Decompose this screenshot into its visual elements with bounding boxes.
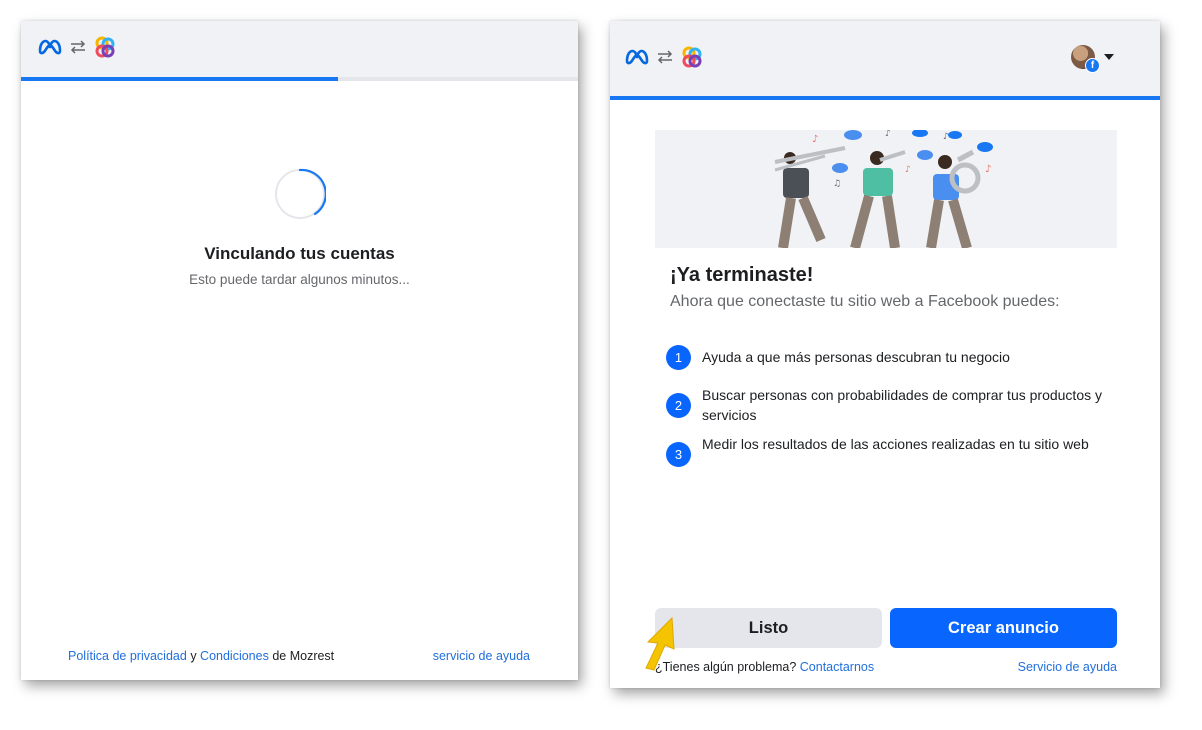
list-item: 1 Ayuda a que más personas descubran tu …	[666, 345, 1010, 370]
step-number-badge: 2	[666, 393, 691, 418]
loading-spinner-icon	[275, 168, 326, 219]
success-title: ¡Ya terminaste!	[670, 264, 814, 286]
dialog-header	[21, 21, 578, 77]
svg-text:♪: ♪	[905, 165, 911, 175]
celebration-illustration: ♪ ♪ ♪ ♫ ♪ ♪	[655, 130, 1117, 248]
help-center-link[interactable]: servicio de ayuda	[433, 649, 530, 663]
caret-down-icon	[1104, 54, 1114, 60]
swap-arrows-icon	[70, 40, 86, 54]
linking-dialog: Vinculando tus cuentas Esto puede tardar…	[21, 21, 578, 680]
help-footer: servicio de ayuda	[433, 649, 530, 663]
step-number-badge: 1	[666, 345, 691, 370]
loading-subtitle: Esto puede tardar algunos minutos...	[189, 272, 410, 287]
trombone-player	[774, 146, 846, 248]
help-question: ¿Tienes algún problema? Contactarnos	[655, 660, 874, 674]
list-item: 2 Buscar personas con probabilidades de …	[666, 385, 1106, 425]
user-avatar: f	[1071, 45, 1100, 73]
logo-group	[624, 45, 704, 69]
done-button[interactable]: Listo	[655, 608, 882, 648]
progress-bar-fill	[610, 96, 1160, 100]
svg-text:♫: ♫	[833, 179, 841, 189]
step-text: Buscar personas con probabilidades de co…	[702, 387, 1102, 423]
terms-link[interactable]: Condiciones	[200, 649, 269, 663]
help-footer: Servicio de ayuda	[1018, 660, 1117, 674]
swap-arrows-icon	[657, 50, 673, 64]
meta-logo-icon	[38, 39, 62, 55]
facebook-badge-icon: f	[1085, 58, 1100, 73]
legal-footer: Política de privacidad y Condiciones de …	[68, 649, 334, 663]
contact-link[interactable]: Contactarnos	[800, 660, 874, 674]
progress-bar-fill	[21, 77, 339, 81]
trumpet-player	[850, 150, 906, 248]
footer-and-text: y	[190, 649, 197, 663]
success-dialog: f ♪ ♪ ♪ ♫ ♪ ♪ ¡Ya terminaste! Ahora que …	[610, 21, 1160, 688]
logo-group	[37, 35, 117, 59]
svg-text:♪: ♪	[885, 130, 891, 139]
svg-text:♪: ♪	[812, 134, 818, 145]
create-ad-button[interactable]: Crear anuncio	[890, 608, 1117, 648]
progress-bar	[21, 77, 578, 81]
step-text: Ayuda a que más personas descubran tu ne…	[702, 349, 1010, 365]
footer-company-text: de Mozrest	[272, 649, 335, 663]
musicians-illustration: ♪ ♪ ♪ ♫ ♪ ♪	[774, 130, 993, 248]
help-center-link[interactable]: Servicio de ayuda	[1018, 660, 1117, 674]
list-item: 3 Medir los resultados de las acciones r…	[666, 434, 1089, 467]
account-switcher[interactable]: f	[1071, 45, 1114, 73]
meta-logo-icon	[625, 49, 649, 65]
success-subtitle: Ahora que conectaste tu sitio web a Face…	[670, 293, 1060, 310]
mozrest-logo-icon	[682, 46, 702, 68]
svg-text:♪: ♪	[985, 164, 991, 175]
step-text: Medir los resultados de las acciones rea…	[702, 436, 1089, 452]
cursor-arrow-icon	[645, 616, 675, 671]
mozrest-logo-icon	[95, 36, 115, 58]
tuba-player	[926, 149, 981, 248]
privacy-policy-link[interactable]: Política de privacidad	[68, 649, 187, 663]
step-number-badge: 3	[666, 442, 691, 467]
loading-title: Vinculando tus cuentas	[204, 244, 395, 263]
dialog-header: f	[610, 21, 1160, 96]
progress-bar	[610, 96, 1160, 100]
svg-text:♪: ♪	[943, 132, 949, 142]
